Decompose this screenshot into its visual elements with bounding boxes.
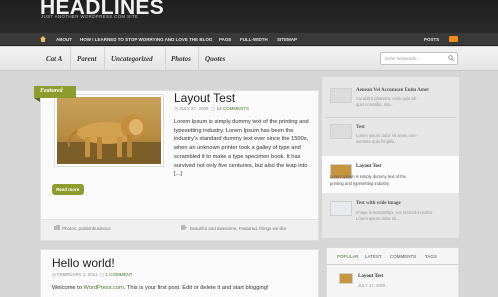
tab-tags[interactable]: TAGS bbox=[425, 254, 437, 259]
sidebar-thumbnail[interactable] bbox=[330, 124, 352, 139]
sidebar-item-text: Image is 900x580px, not resized in edito… bbox=[356, 210, 434, 215]
posts-feed-link[interactable]: POSTS bbox=[424, 37, 439, 42]
sidebar-item-text: quet convallis, nisi... bbox=[356, 102, 394, 107]
nav-item-how-i-learned[interactable]: HOW I LEARNED TO STOP WORRYING AND LOVE … bbox=[80, 37, 212, 42]
comment-icon: ▢ bbox=[211, 106, 216, 111]
read-more-button[interactable]: Read more bbox=[52, 184, 84, 195]
featured-post-title[interactable]: Layout Test bbox=[174, 91, 235, 105]
post-excerpt: Welcome to WordPress.com. This is your f… bbox=[52, 285, 269, 291]
sidebar-item-text: printing and typesetting industry. bbox=[330, 181, 390, 186]
category-divider bbox=[165, 47, 166, 71]
sidebar-divider bbox=[325, 117, 456, 118]
featured-post-image[interactable] bbox=[54, 94, 164, 167]
site-header: HEADLINES JUST ANOTHER WORDPRESS.COM SIT… bbox=[0, 0, 498, 33]
excerpt-text: Welcome to bbox=[52, 285, 84, 291]
featured-post-meta: ◷ JULY 27, 2009 ▢ 14 COMMENTS bbox=[174, 106, 249, 112]
post-date: JULY 27, 2009 bbox=[179, 106, 209, 111]
sidebar-item-title[interactable]: Test bbox=[356, 125, 365, 130]
sidebar-thumbnail[interactable] bbox=[330, 88, 352, 103]
category-uncategorized[interactable]: Uncategorized bbox=[111, 55, 153, 63]
post-title[interactable]: Hello world! bbox=[52, 256, 115, 270]
search-icon[interactable] bbox=[448, 55, 454, 61]
search-placeholder: Enter keywords... bbox=[385, 56, 420, 61]
sidebar-item-title[interactable]: Layout Test bbox=[356, 164, 381, 169]
popular-post-title[interactable]: Layout Test bbox=[358, 274, 383, 279]
top-navigation: ABOUT HOW I LEARNED TO STOP WORRYING AND… bbox=[0, 33, 498, 46]
tab-popular[interactable]: POPULAR bbox=[337, 254, 359, 259]
clock-icon: ◷ bbox=[174, 106, 178, 111]
folder-icon bbox=[54, 225, 60, 230]
tab-comments[interactable]: COMMENTS bbox=[390, 254, 416, 259]
site-tagline: JUST ANOTHER WORDPRESS.COM SITE bbox=[41, 14, 139, 19]
home-icon[interactable] bbox=[40, 36, 46, 42]
comments-link[interactable]: 14 COMMENTS bbox=[217, 106, 250, 111]
tabs-divider bbox=[327, 264, 458, 265]
category-divider bbox=[198, 47, 199, 71]
post-date: FEBRUARY 1, 2011 bbox=[57, 272, 98, 277]
wordpress-link[interactable]: WordPress.com bbox=[84, 285, 124, 291]
category-divider bbox=[70, 47, 71, 71]
comments-link[interactable]: 1 COMMENT bbox=[106, 272, 133, 277]
nav-item-full-width[interactable]: FULL-WIDTH bbox=[240, 37, 268, 42]
clock-icon: ◷ bbox=[52, 272, 56, 277]
nav-item-page[interactable]: PAGE bbox=[219, 37, 231, 42]
post-meta: ◷ FEBRUARY 1, 2011 ▢ 1 COMMENT bbox=[52, 272, 133, 278]
sidebar-thumbnail[interactable] bbox=[330, 201, 352, 216]
category-quotes[interactable]: Quotes bbox=[205, 55, 225, 63]
sidebar-item-title[interactable]: Aenean Vel Accumsan Enim Amet bbox=[356, 88, 429, 93]
rss-icon[interactable] bbox=[449, 36, 458, 42]
lion-photo bbox=[57, 97, 161, 164]
sidebar-item-text: Lorem ipsum dolor sit... bbox=[356, 216, 400, 221]
featured-ribbon: Featured bbox=[34, 86, 76, 102]
excerpt-text: . This is your first post. Edit or delet… bbox=[123, 285, 269, 291]
sidebar-item-text: Lorem ipsum dolor sit amet, con- bbox=[356, 133, 417, 138]
sidebar-item-text: Lorem Ipsum is simply dummy text of the bbox=[330, 174, 407, 179]
category-photos[interactable]: Photos bbox=[171, 55, 191, 63]
featured-post-excerpt: Lorem Ipsum is simply dummy text of the … bbox=[174, 119, 309, 178]
sidebar-item-text: Curabitur pharetra, enim quis ali- bbox=[356, 96, 417, 101]
post-tags[interactable]: beautiful and awesome, Featured, things … bbox=[190, 226, 286, 231]
popular-thumbnail[interactable] bbox=[339, 273, 353, 284]
popular-post-date: JULY 27, 2009 bbox=[358, 283, 386, 288]
sidebar-item-title[interactable]: Test with wide image bbox=[356, 201, 401, 206]
category-divider bbox=[104, 47, 105, 71]
comment-icon: ▢ bbox=[100, 272, 105, 277]
category-parent[interactable]: Parent bbox=[77, 55, 96, 63]
sidebar-item-text: sectetur quis fringilla... bbox=[356, 139, 398, 144]
post-categories[interactable]: Photos, publishbusinous bbox=[62, 226, 111, 231]
nav-item-about[interactable]: ABOUT bbox=[56, 37, 72, 42]
tab-latest[interactable]: LATEST bbox=[365, 254, 382, 259]
search-input[interactable]: Enter keywords... bbox=[380, 52, 458, 65]
tag-icon bbox=[181, 225, 187, 230]
nav-item-sitemap[interactable]: SITEMAP bbox=[277, 37, 297, 42]
category-cat-a[interactable]: Cat A bbox=[46, 55, 62, 63]
